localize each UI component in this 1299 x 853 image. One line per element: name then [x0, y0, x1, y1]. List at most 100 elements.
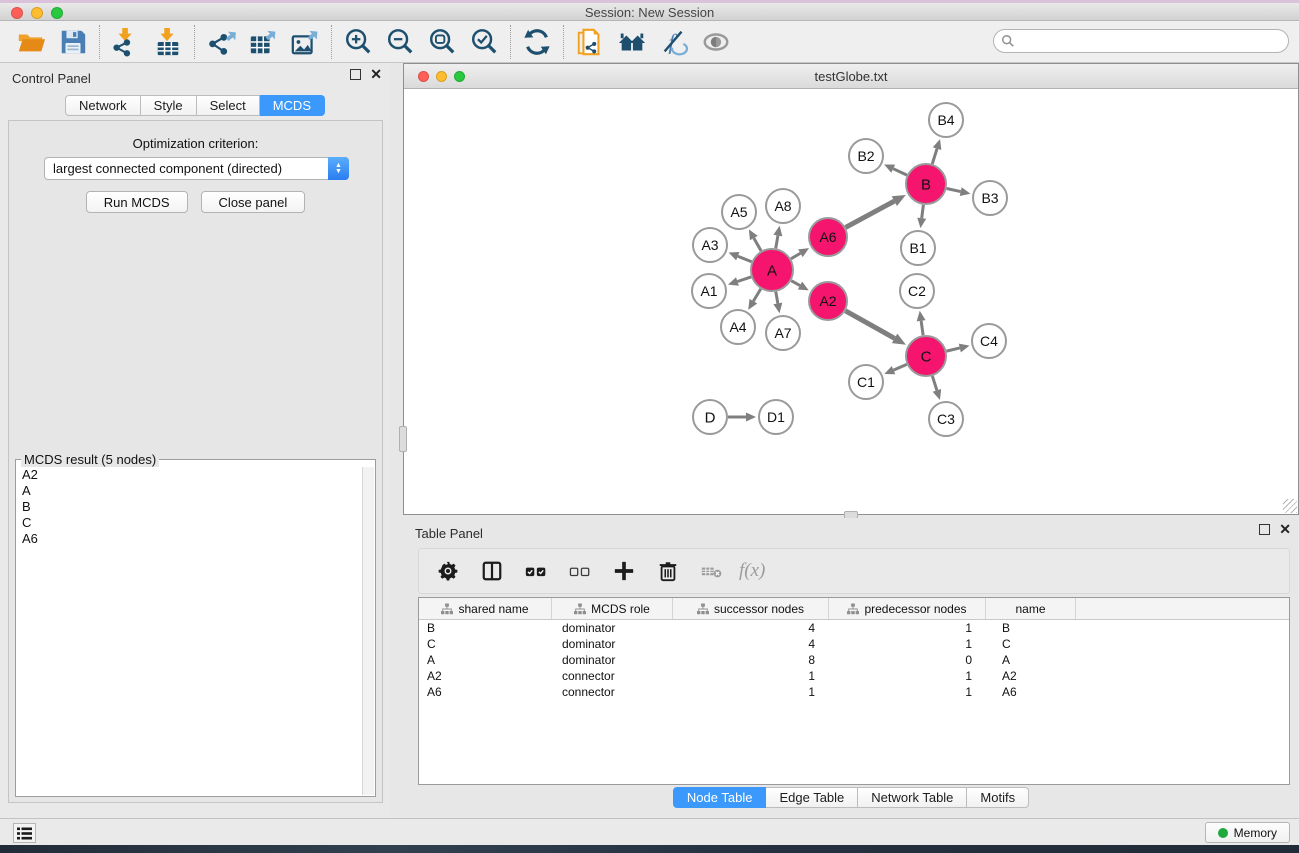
cell-shared-name: A: [419, 652, 552, 668]
add-column-icon[interactable]: [607, 554, 641, 588]
cell-successor-nodes: 1: [673, 684, 829, 700]
run-mcds-button[interactable]: Run MCDS: [86, 191, 188, 213]
tab-style[interactable]: Style: [141, 95, 197, 116]
network-window-title: testGlobe.txt: [404, 69, 1298, 84]
horizontal-splitter-handle[interactable]: [399, 426, 407, 452]
table-row[interactable]: A2connector11A2: [419, 668, 1289, 684]
graph-edge-A-A2[interactable]: [791, 281, 800, 286]
search-icon: [1001, 34, 1015, 48]
tab-mcds[interactable]: MCDS: [260, 95, 325, 116]
refresh-icon[interactable]: [516, 23, 558, 61]
table-panel-title: Table Panel: [415, 526, 483, 541]
column-type-icon: [441, 603, 453, 615]
column-header-successor-nodes[interactable]: successor nodes: [673, 598, 829, 619]
graph-edge-B-B3[interactable]: [947, 188, 961, 191]
export-network-icon[interactable]: [200, 23, 242, 61]
graph-edge-C-C1[interactable]: [894, 364, 907, 370]
graph-node-label: D: [705, 409, 716, 426]
zoom-out-icon[interactable]: [379, 23, 421, 61]
float-table-panel-icon[interactable]: [1259, 524, 1270, 535]
graph-edge-B-B4[interactable]: [932, 149, 937, 164]
table-panel: Table Panel ✕: [403, 518, 1299, 818]
tab-motifs[interactable]: Motifs: [967, 787, 1029, 808]
column-header-predecessor-nodes[interactable]: predecessor nodes: [829, 598, 986, 619]
zoom-in-icon[interactable]: [337, 23, 379, 61]
graph-edge-A-A6[interactable]: [791, 253, 800, 259]
function-builder-icon[interactable]: f(x): [739, 560, 765, 582]
graph-edge-C-C2[interactable]: [921, 321, 923, 335]
result-scrollbar[interactable]: [362, 467, 374, 795]
table-row[interactable]: Bdominator41B: [419, 620, 1289, 636]
graph-edge-A-A3[interactable]: [738, 256, 752, 262]
column-header-MCDS-role[interactable]: MCDS role: [552, 598, 673, 619]
tab-network-table[interactable]: Network Table: [858, 787, 967, 808]
search-input[interactable]: [993, 29, 1289, 53]
hide-graphics-icon[interactable]: f: [653, 23, 695, 61]
network-window-titlebar[interactable]: testGlobe.txt: [404, 64, 1298, 89]
deselect-all-checkboxes-icon[interactable]: [563, 554, 597, 588]
table-row[interactable]: A6connector11A6: [419, 684, 1289, 700]
graph-edge-A-A1[interactable]: [737, 277, 751, 282]
graph-edge-A-A4[interactable]: [753, 289, 760, 301]
export-table-icon[interactable]: [242, 23, 284, 61]
result-list-item[interactable]: A: [17, 483, 361, 499]
column-layout-icon[interactable]: [475, 554, 509, 588]
open-file-icon[interactable]: [10, 23, 52, 61]
toolbar-separator: [194, 25, 195, 59]
save-session-icon[interactable]: [52, 23, 94, 61]
toolbar-separator: [331, 25, 332, 59]
graph-edge-A6-B[interactable]: [846, 201, 895, 227]
graph-node-label: B4: [937, 112, 954, 128]
column-header-shared-name[interactable]: shared name: [419, 598, 552, 619]
tab-node-table[interactable]: Node Table: [673, 787, 767, 808]
result-list-item[interactable]: B: [17, 499, 361, 515]
show-panels-list-icon[interactable]: [13, 823, 36, 843]
home-icon[interactable]: [611, 23, 653, 61]
graph-node-label: C: [921, 348, 932, 365]
close-table-panel-icon[interactable]: ✕: [1279, 524, 1291, 535]
result-list-item[interactable]: C: [17, 515, 361, 531]
show-hide-icon[interactable]: [695, 23, 737, 61]
toolbar-separator: [563, 25, 564, 59]
zoom-selected-icon[interactable]: [463, 23, 505, 61]
column-header-name[interactable]: name: [986, 598, 1076, 619]
tab-edge-table[interactable]: Edge Table: [766, 787, 858, 808]
settings-gear-icon[interactable]: [431, 554, 465, 588]
network-canvas[interactable]: AA1A2A3A4A5A6A7A8BB1B2B3B4CC1C2C3C4DD1: [404, 89, 1298, 514]
graph-edge-C-C3[interactable]: [932, 376, 937, 390]
graph-arrowhead: [773, 303, 782, 314]
close-panel-icon[interactable]: ✕: [370, 69, 382, 80]
memory-label: Memory: [1234, 826, 1277, 840]
result-list-item[interactable]: A6: [17, 531, 361, 547]
cell-name: A2: [986, 668, 1076, 684]
control-panel-title: Control Panel: [12, 71, 91, 86]
float-panel-icon[interactable]: [350, 69, 361, 80]
graph-node-label: A6: [819, 229, 836, 245]
export-image-icon[interactable]: [284, 23, 326, 61]
graph-edge-C-C4[interactable]: [946, 348, 959, 351]
graph-edge-A-A5[interactable]: [754, 238, 761, 251]
tab-network[interactable]: Network: [65, 95, 141, 116]
graph-edge-A2-C[interactable]: [845, 311, 894, 339]
criterion-dropdown[interactable]: largest connected component (directed) ▲…: [44, 157, 349, 180]
select-all-checkboxes-icon[interactable]: [519, 554, 553, 588]
graph-edge-A-A8[interactable]: [776, 236, 778, 249]
clone-network-icon[interactable]: [569, 23, 611, 61]
graph-edge-B-B2[interactable]: [893, 169, 907, 175]
window-resize-grip[interactable]: [1283, 499, 1297, 513]
search-field: [993, 29, 1289, 53]
graph-edge-A-A7[interactable]: [776, 292, 778, 304]
graph-edge-B-B1[interactable]: [922, 205, 924, 218]
column-type-icon: [574, 603, 586, 615]
result-list-item[interactable]: A2: [17, 467, 361, 483]
tab-select[interactable]: Select: [197, 95, 260, 116]
delete-table-icon[interactable]: [695, 554, 729, 588]
memory-button[interactable]: Memory: [1205, 822, 1290, 843]
delete-column-icon[interactable]: [651, 554, 685, 588]
zoom-fit-icon[interactable]: [421, 23, 463, 61]
close-panel-button[interactable]: Close panel: [201, 191, 306, 213]
import-network-icon[interactable]: [105, 23, 147, 61]
table-row[interactable]: Adominator80A: [419, 652, 1289, 668]
import-table-icon[interactable]: [147, 23, 189, 61]
table-row[interactable]: Cdominator41C: [419, 636, 1289, 652]
